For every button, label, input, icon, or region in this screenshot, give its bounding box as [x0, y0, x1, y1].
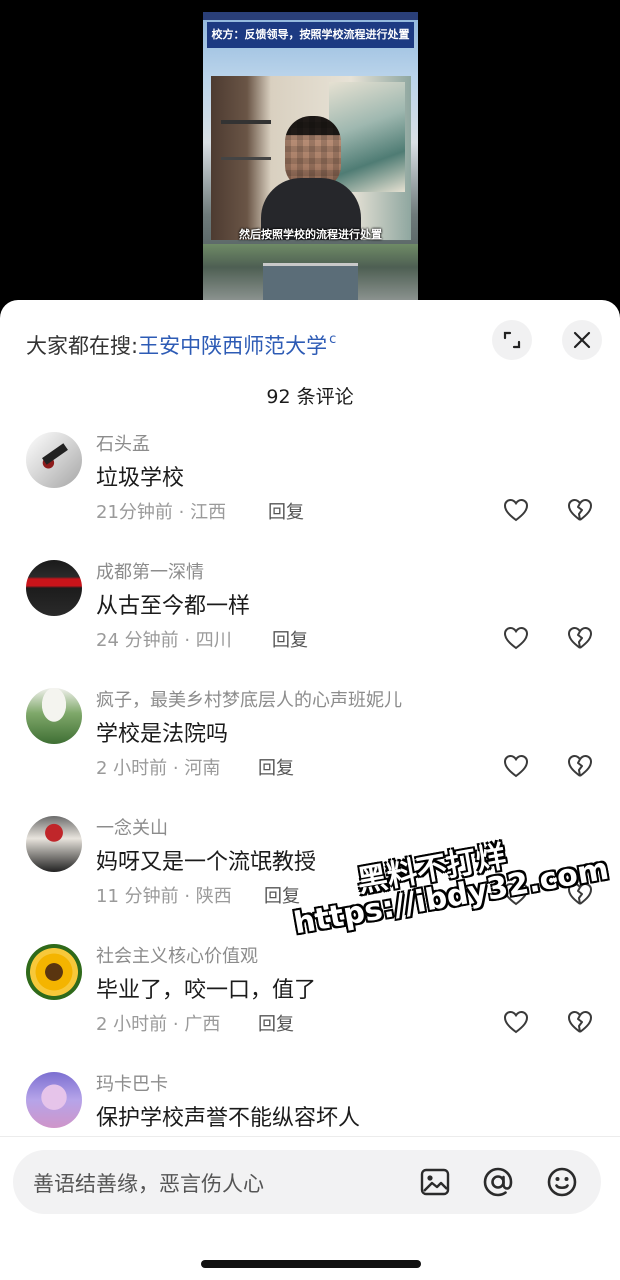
search-suggestion[interactable]: 大家都在搜:王安中陕西师范大学 𝖼 [26, 324, 336, 358]
avatar[interactable] [26, 560, 82, 616]
image-icon[interactable] [419, 1166, 451, 1198]
comment-count-title: 92 条评论 [266, 386, 354, 408]
comment-item: 疯子，最美乡村梦底层人的心声班妮儿 学校是法院吗 2 小时前 · 河南 回复 [0, 686, 620, 814]
campus-scene [203, 244, 418, 302]
comment-text: 垃圾学校 [96, 466, 185, 491]
comment-text: 保护学校声誉不能纵容坏人 [96, 1106, 361, 1131]
video-player[interactable]: 校方：反馈领导，按照学校流程进行处置 然后按照学校的流程进行处置 [0, 0, 620, 310]
comment-item: 社会主义核心价值观 毕业了，咬一口，值了 2 小时前 · 广西 回复 [0, 942, 620, 1070]
comment-list[interactable]: 石头孟 垃圾学校 21分钟前 · 江西 回复 成都第一深情 从古至今都一样 24… [0, 430, 620, 1136]
comment-username[interactable]: 一念关山 [96, 814, 168, 840]
avatar[interactable] [26, 432, 82, 488]
dislike-broken-heart-icon[interactable] [566, 624, 594, 652]
like-heart-icon[interactable] [502, 1008, 530, 1036]
comment-item: 石头孟 垃圾学校 21分钟前 · 江西 回复 [0, 430, 620, 558]
avatar[interactable] [26, 944, 82, 1000]
avatar[interactable] [26, 688, 82, 744]
comment-text: 妈呀又是一个流氓教授 [96, 850, 317, 875]
dislike-broken-heart-icon[interactable] [566, 752, 594, 780]
comment-text: 学校是法院吗 [96, 722, 229, 747]
comment-input-bar[interactable]: 善语结善缘，恶言伤人心 [13, 1150, 601, 1214]
dislike-broken-heart-icon[interactable] [566, 1008, 594, 1036]
dislike-broken-heart-icon[interactable] [566, 496, 594, 524]
emoji-icon[interactable] [546, 1166, 578, 1198]
expand-icon [503, 331, 521, 349]
dislike-broken-heart-icon[interactable] [566, 880, 594, 908]
reply-button[interactable]: 回复 [272, 626, 308, 652]
comment-username[interactable]: 玛卡巴卡 [96, 1070, 168, 1096]
like-heart-icon[interactable] [502, 624, 530, 652]
comment-username[interactable]: 社会主义核心价值观 [96, 942, 258, 968]
comment-meta: 2 小时前 · 广西 [96, 1014, 221, 1035]
reply-button[interactable]: 回复 [264, 882, 300, 908]
at-icon[interactable] [482, 1166, 514, 1198]
avatar[interactable] [26, 1072, 82, 1128]
home-indicator[interactable] [201, 1260, 421, 1268]
comment-username[interactable]: 石头孟 [96, 430, 150, 456]
input-divider [0, 1136, 620, 1137]
expand-button[interactable] [492, 320, 532, 360]
comment-meta: 24 分钟前 · 四川 [96, 630, 232, 651]
like-heart-icon[interactable] [502, 880, 530, 908]
reply-button[interactable]: 回复 [258, 1010, 294, 1036]
comment-meta: 2 小时前 · 河南 [96, 758, 221, 779]
comment-username[interactable]: 成都第一深情 [96, 558, 204, 584]
comment-item: 一念关山 妈呀又是一个流氓教授 11 分钟前 · 陕西 回复 [0, 814, 620, 942]
pixelated-person [261, 116, 361, 240]
like-heart-icon[interactable] [502, 752, 530, 780]
comment-username[interactable]: 疯子，最美乡村梦底层人的心声班妮儿 [96, 686, 402, 712]
video-top-caption: 校方：反馈领导，按照学校流程进行处置 [207, 22, 414, 48]
comment-item: 成都第一深情 从古至今都一样 24 分钟前 · 四川 回复 [0, 558, 620, 686]
search-icon[interactable]: 𝖼 [329, 332, 336, 347]
reply-button[interactable]: 回复 [258, 754, 294, 780]
comment-input-placeholder[interactable]: 善语结善缘，恶言伤人心 [33, 1168, 264, 1198]
comment-sheet: 大家都在搜:王安中陕西师范大学 𝖼 92 条评论 石头孟 垃圾学校 21分钟前 ·… [0, 300, 620, 1280]
video-subtitle: 然后按照学校的流程进行处置 [239, 228, 382, 241]
comment-item: 玛卡巴卡 保护学校声誉不能纵容坏人 [0, 1070, 620, 1136]
close-icon [573, 331, 591, 349]
close-button[interactable] [562, 320, 602, 360]
reply-button[interactable]: 回复 [268, 498, 304, 524]
comment-text: 从古至今都一样 [96, 594, 251, 619]
like-heart-icon[interactable] [502, 496, 530, 524]
video-scene [211, 76, 411, 240]
search-suggestion-term[interactable]: 王安中陕西师范大学 [138, 334, 327, 358]
video-frame[interactable]: 校方：反馈领导，按照学校流程进行处置 然后按照学校的流程进行处置 [203, 12, 418, 302]
comment-text: 毕业了，咬一口，值了 [96, 978, 317, 1003]
comment-meta: 11 分钟前 · 陕西 [96, 886, 232, 907]
avatar[interactable] [26, 816, 82, 872]
search-suggestion-prefix: 大家都在搜: [26, 334, 139, 358]
video-top-strip [203, 12, 418, 20]
comment-meta: 21分钟前 · 江西 [96, 502, 227, 523]
